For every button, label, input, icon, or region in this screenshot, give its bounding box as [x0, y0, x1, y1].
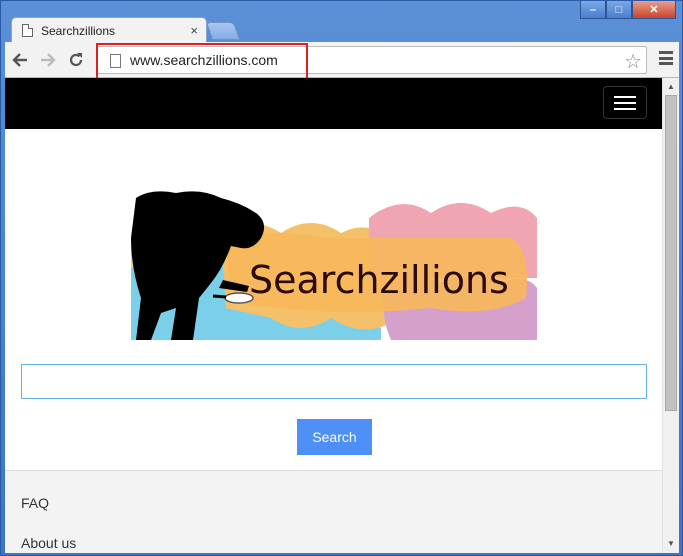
- address-bar[interactable]: www.searchzillions.com ☆: [96, 43, 647, 81]
- page-viewport: Searchzillions Search FAQ About us ▲ ▼: [5, 78, 679, 553]
- tab-title: Searchzillions: [41, 23, 116, 38]
- url-text[interactable]: www.searchzillions.com: [130, 52, 278, 68]
- site-navbar: [5, 78, 662, 129]
- scroll-up-arrow-icon[interactable]: ▲: [663, 78, 679, 94]
- tab-close-icon[interactable]: ×: [190, 23, 198, 38]
- vertical-scrollbar[interactable]: ▲ ▼: [662, 78, 679, 553]
- maximize-button[interactable]: □: [606, 1, 632, 19]
- search-input[interactable]: [21, 364, 647, 399]
- minimize-button[interactable]: –: [580, 1, 606, 19]
- new-tab-button[interactable]: [205, 22, 241, 40]
- page-icon: [110, 54, 121, 68]
- page-icon: [22, 24, 33, 37]
- site-footer: FAQ About us: [5, 470, 662, 553]
- browser-tab[interactable]: Searchzillions ×: [11, 17, 207, 43]
- bookmark-star-icon[interactable]: ☆: [624, 49, 642, 74]
- footer-link-about-us[interactable]: About us: [21, 535, 76, 551]
- reload-icon[interactable]: [63, 47, 89, 73]
- scroll-down-arrow-icon[interactable]: ▼: [663, 535, 679, 551]
- logo-text: Searchzillions: [249, 258, 509, 302]
- hamburger-menu-button[interactable]: [603, 86, 647, 119]
- menu-icon[interactable]: [659, 51, 673, 65]
- back-arrow-icon[interactable]: [7, 47, 33, 73]
- search-button[interactable]: Search: [297, 419, 372, 455]
- close-window-button[interactable]: ✕: [632, 1, 676, 19]
- window-controls: – □ ✕: [580, 1, 676, 19]
- browser-window: – □ ✕ Searchzillions × www.searchzillion…: [0, 0, 683, 556]
- scrollbar-thumb[interactable]: [665, 95, 677, 411]
- footer-link-faq[interactable]: FAQ: [21, 495, 49, 511]
- forward-arrow-icon[interactable]: [35, 47, 61, 73]
- browser-toolbar: www.searchzillions.com ☆: [5, 42, 679, 81]
- site-logo: Searchzillions: [131, 188, 537, 340]
